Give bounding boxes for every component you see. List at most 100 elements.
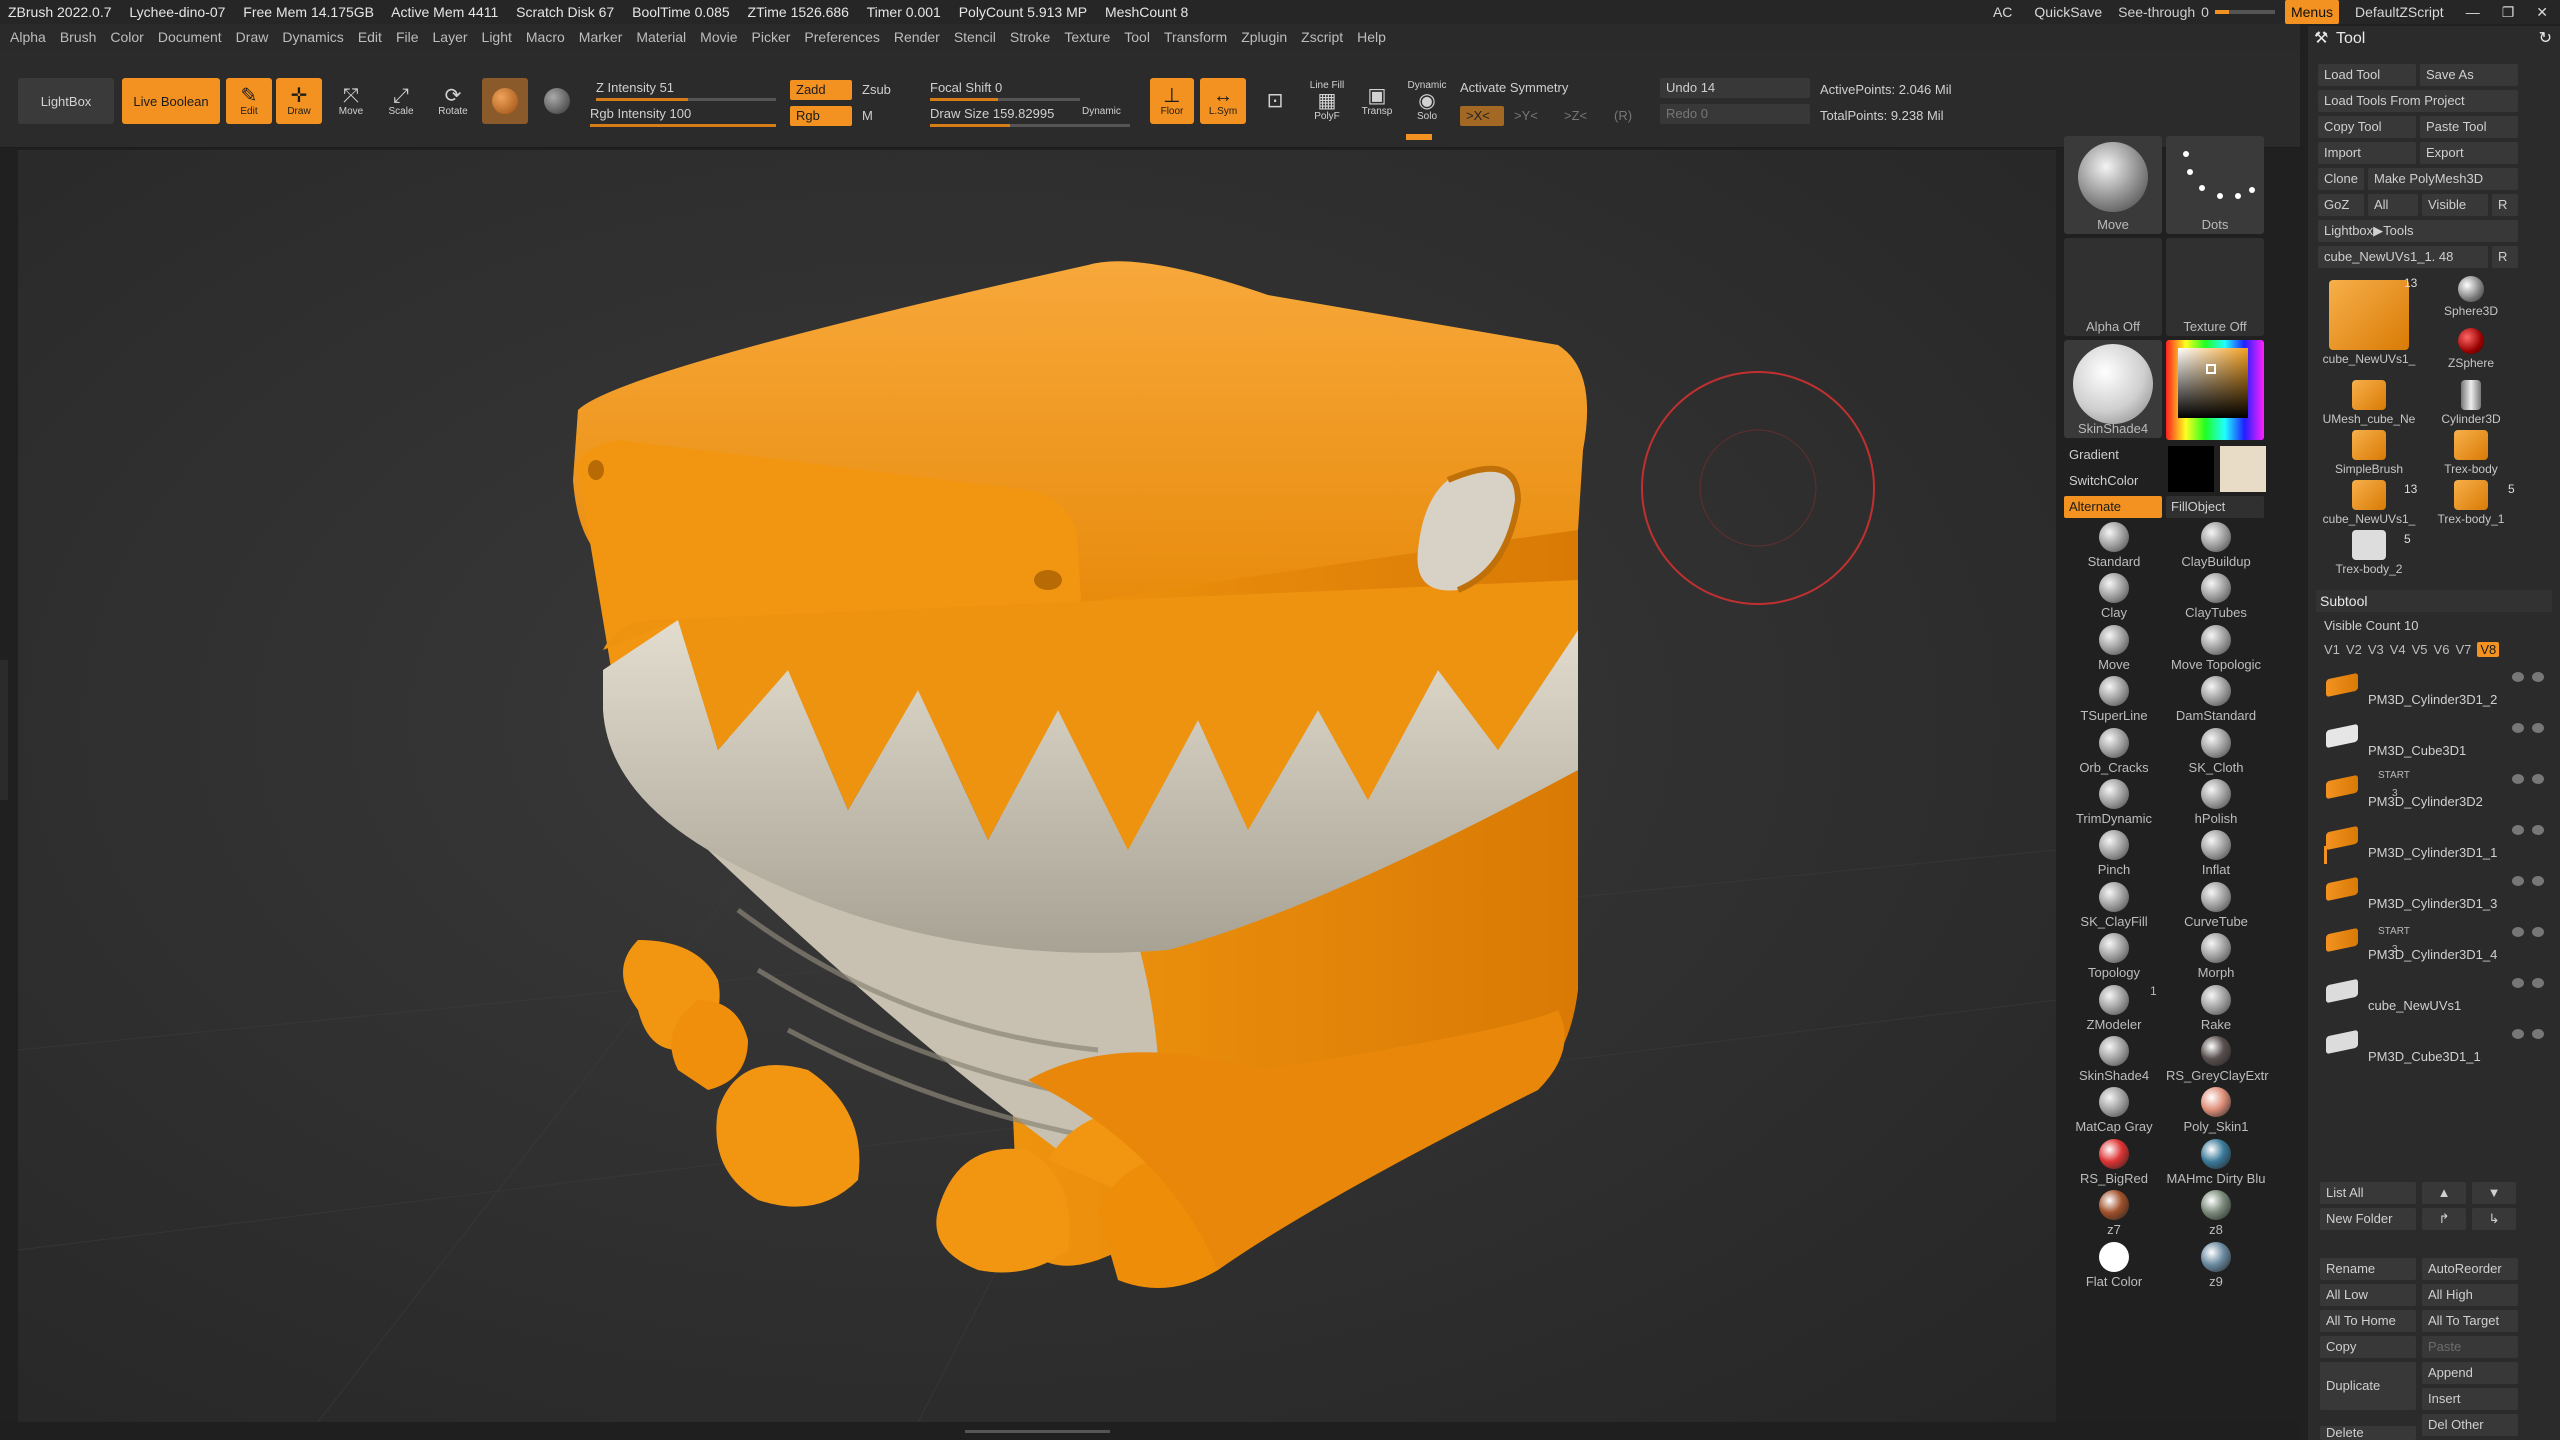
menu-macro[interactable]: Macro [526,29,565,45]
sym-y-button[interactable]: >Y< [1514,108,1538,123]
brush-rs-bigred[interactable]: RS_BigRed [2064,1138,2164,1189]
goz-all-button[interactable]: All [2368,194,2418,216]
subtool-item-pm3d-cube3d1[interactable]: PM3D_Cube3D1 [2318,717,2548,767]
menu-transform[interactable]: Transform [1164,29,1227,45]
insert-button[interactable]: Insert [2422,1388,2518,1410]
menu-marker[interactable]: Marker [579,29,623,45]
brush-claytubes[interactable]: ClayTubes [2166,573,2266,623]
append-button[interactable]: Append [2422,1362,2518,1384]
main-color-swatch[interactable] [2168,446,2214,492]
texture-icon[interactable] [534,78,580,124]
subtool-tab-v7[interactable]: V7 [2455,642,2471,657]
subtool-tab-v1[interactable]: V1 [2324,642,2340,657]
brush-poly-skin1[interactable]: Poly_Skin1 [2166,1087,2266,1137]
visibility-eye-icon[interactable] [2532,927,2544,937]
menu-preferences[interactable]: Preferences [804,29,879,45]
texture-off[interactable]: Texture Off [2166,238,2264,336]
current-tool-r-button[interactable]: R [2492,246,2518,268]
menus-toggle[interactable]: Menus [2284,0,2339,24]
subtool-item-pm3d-cylinder3d1-1[interactable]: PM3D_Cylinder3D1_1 [2318,819,2548,869]
brush-trimdynamic[interactable]: TrimDynamic [2064,779,2164,829]
subtool-item-cube-newuvs1[interactable]: cube_NewUVs1 [2318,972,2548,1022]
visibility-eye-icon[interactable] [2532,876,2544,886]
brush-topology[interactable]: Topology [2064,933,2164,983]
current-tool-slider[interactable]: cube_NewUVs1_1. 48 [2318,246,2488,268]
brush-pinch[interactable]: Pinch [2064,830,2164,880]
sym-r-button[interactable]: (R) [1614,108,1632,123]
brush-z8[interactable]: z8 [2166,1190,2266,1240]
tool-thumb-umesh-cube-ne[interactable]: UMesh_cube_Ne [2320,380,2418,430]
tool-thumb-sphere3d[interactable]: Sphere3D [2422,276,2520,326]
brush-orb-cracks[interactable]: Orb_Cracks [2064,727,2164,778]
brush-inflat[interactable]: Inflat [2166,830,2266,880]
all-to-target-button[interactable]: All To Target [2422,1310,2518,1332]
subtool-item-pm3d-cylinder3d1-4[interactable]: PM3D_Cylinder3D1_4 [2318,921,2548,971]
move-down-icon[interactable]: ▼ [2472,1182,2516,1204]
menu-edit[interactable]: Edit [358,29,382,45]
polypaint-toggle-icon[interactable] [2512,876,2524,886]
tool-thumb-cylinder3d[interactable]: Cylinder3D [2422,380,2520,430]
brush-rake[interactable]: Rake [2166,984,2266,1035]
subtool-tab-v6[interactable]: V6 [2434,642,2450,657]
material-skinshade[interactable]: SkinShade4 [2064,340,2162,438]
folder-down-icon[interactable]: ↳ [2472,1208,2516,1230]
all-high-button[interactable]: All High [2422,1284,2518,1306]
solo-button[interactable]: Dynamic ◉ Solo [1404,78,1450,124]
focal-shift-slider[interactable]: Focal Shift 0 [930,80,1080,101]
gradient-button[interactable]: Gradient [2064,444,2162,466]
menu-dynamics[interactable]: Dynamics [282,29,343,45]
undo-slider[interactable]: Undo 14 [1660,78,1810,98]
left-tray-handle[interactable] [0,660,8,800]
tool-thumb-trex-body-1[interactable]: Trex-body_1 [2422,480,2520,530]
menu-brush[interactable]: Brush [60,29,97,45]
polypaint-toggle-icon[interactable] [2512,1029,2524,1039]
menu-render[interactable]: Render [894,29,940,45]
brush-claybuildup[interactable]: ClayBuildup [2166,522,2266,572]
export-button[interactable]: Export [2420,142,2518,164]
tool-thumb-zsphere[interactable]: ZSphere [2422,328,2520,378]
menu-file[interactable]: File [396,29,419,45]
brush-tsuperline[interactable]: TSuperLine [2064,676,2164,726]
subtool-tab-v3[interactable]: V3 [2368,642,2384,657]
menu-movie[interactable]: Movie [700,29,737,45]
copy-button[interactable]: Copy [2320,1336,2416,1358]
visibility-eye-icon[interactable] [2532,723,2544,733]
menu-draw[interactable]: Draw [236,29,269,45]
fillobject-button[interactable]: FillObject [2166,496,2264,518]
duplicate-button[interactable]: Duplicate [2320,1362,2416,1410]
menu-stroke[interactable]: Stroke [1010,29,1050,45]
brush-skinshade4[interactable]: SkinShade4 [2064,1036,2164,1086]
activate-symmetry-button[interactable]: Activate Symmetry [1460,80,1568,95]
subtool-item-pm3d-cube3d1-1[interactable]: PM3D_Cube3D1_1 [2318,1023,2548,1073]
tool-thumb-cube-newuvs1-[interactable]: cube_NewUVs1_ [2320,276,2418,372]
edit-button[interactable]: ✎ Edit [226,78,272,124]
zadd-button[interactable]: Zadd [790,80,852,100]
brush-damstandard[interactable]: DamStandard [2166,676,2266,726]
subtool-tab-v5[interactable]: V5 [2412,642,2428,657]
brush-sk-cloth[interactable]: SK_Cloth [2166,727,2266,778]
m-button[interactable]: M [856,106,886,126]
visibility-eye-icon[interactable] [2532,978,2544,988]
menu-picker[interactable]: Picker [752,29,791,45]
menu-zplugin[interactable]: Zplugin [1241,29,1287,45]
folder-up-icon[interactable]: ↱ [2422,1208,2466,1230]
menu-color[interactable]: Color [110,29,143,45]
scroll-handle[interactable] [965,1430,1110,1433]
switchcolor-button[interactable]: SwitchColor [2064,470,2162,492]
subtool-tab-v4[interactable]: V4 [2390,642,2406,657]
window-close-icon[interactable]: ✕ [2530,0,2554,24]
visible-count-slider[interactable]: Visible Count 10 [2324,618,2418,633]
window-minimize-icon[interactable]: — [2460,0,2486,24]
transp-button[interactable]: ▣ Transp [1354,78,1400,124]
goz-r-button[interactable]: R [2492,194,2518,216]
tool-thumb-simplebrush[interactable]: SimpleBrush [2320,430,2418,480]
menu-texture[interactable]: Texture [1064,29,1110,45]
subtool-item-pm3d-cylinder3d2[interactable]: PM3D_Cylinder3D2 [2318,768,2548,818]
menu-document[interactable]: Document [158,29,222,45]
lightbox-button[interactable]: LightBox [18,78,114,124]
alpha-off[interactable]: Alpha Off [2064,238,2162,336]
polypaint-toggle-icon[interactable] [2512,774,2524,784]
subtool-item-pm3d-cylinder3d1-3[interactable]: PM3D_Cylinder3D1_3 [2318,870,2548,920]
goz-button[interactable]: GoZ [2318,194,2364,216]
live-boolean-button[interactable]: Live Boolean [122,78,220,124]
